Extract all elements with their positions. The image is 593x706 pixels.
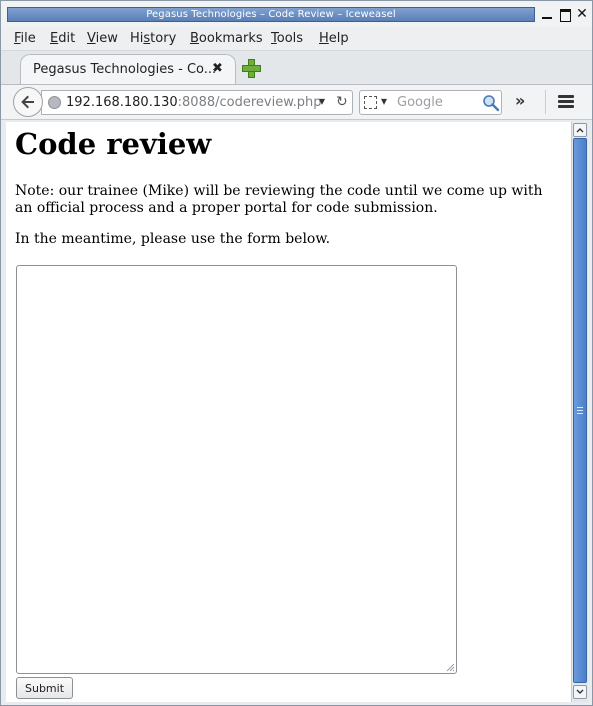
menu-bar: File Edit View History Bookmarks Tools H… bbox=[1, 27, 592, 51]
reload-icon[interactable]: ↻ bbox=[336, 94, 348, 110]
menu-file[interactable]: File bbox=[14, 31, 36, 46]
instructions-paragraph: In the meantime, please use the form bel… bbox=[15, 231, 331, 247]
menu-view-label: iew bbox=[95, 31, 118, 46]
menu-view[interactable]: View bbox=[87, 31, 118, 46]
search-engine-icon[interactable] bbox=[364, 96, 377, 109]
menu-help[interactable]: Help bbox=[319, 31, 349, 46]
scroll-up-button[interactable] bbox=[573, 123, 587, 137]
search-icon[interactable] bbox=[482, 94, 500, 112]
submit-button[interactable]: Submit bbox=[16, 677, 73, 699]
menu-history[interactable]: History bbox=[130, 31, 176, 46]
resize-grip-icon[interactable] bbox=[445, 662, 455, 672]
globe-icon bbox=[48, 96, 61, 109]
title-bar: Pegasus Technologies – Code Review – Ice… bbox=[1, 1, 592, 27]
menu-history-pre: Hi bbox=[130, 31, 144, 46]
note-paragraph: Note: our trainee (Mike) will be reviewi… bbox=[15, 183, 543, 216]
back-arrow-icon bbox=[21, 95, 34, 109]
scroll-up-icon bbox=[576, 128, 584, 133]
search-placeholder: Google bbox=[397, 95, 443, 110]
chevron-down-icon[interactable]: ▾ bbox=[319, 94, 325, 108]
toolbar-overflow-icon[interactable]: » bbox=[515, 91, 525, 110]
menu-view-accel: V bbox=[87, 31, 96, 46]
menu-edit[interactable]: Edit bbox=[50, 31, 75, 46]
menu-help-accel: H bbox=[319, 31, 329, 46]
menu-file-label: ile bbox=[20, 31, 36, 46]
page-title: Code review bbox=[15, 127, 212, 161]
vertical-scrollbar[interactable] bbox=[571, 122, 588, 702]
maximize-button[interactable] bbox=[557, 6, 573, 22]
menu-tools[interactable]: Tools bbox=[271, 31, 303, 46]
back-button[interactable] bbox=[13, 87, 43, 117]
code-textarea[interactable] bbox=[16, 265, 457, 674]
url-bar[interactable]: 192.168.180.130:8088/codereview.php ▾ ↻ bbox=[41, 90, 353, 115]
engine-chevron-down-icon[interactable]: ▾ bbox=[381, 94, 387, 108]
url-host: 192.168.180.130 bbox=[66, 95, 178, 110]
menu-bookmarks-accel: B bbox=[190, 31, 199, 46]
menu-edit-accel: E bbox=[50, 31, 59, 46]
toolbar-divider bbox=[545, 90, 546, 114]
menu-bookmarks[interactable]: Bookmarks bbox=[190, 31, 263, 46]
search-bar[interactable]: ▾ Google bbox=[359, 90, 502, 115]
scroll-down-button[interactable] bbox=[573, 685, 587, 699]
menu-help-label: elp bbox=[328, 31, 349, 46]
page-content: Code review Note: our trainee (Mike) wil… bbox=[6, 122, 571, 702]
navigation-toolbar: 192.168.180.130:8088/codereview.php ▾ ↻ … bbox=[1, 84, 592, 120]
scroll-thumb-grip-icon bbox=[577, 407, 583, 415]
menu-history-label: tory bbox=[150, 31, 177, 46]
scroll-thumb[interactable] bbox=[573, 138, 587, 683]
close-window-button[interactable]: ✕ bbox=[574, 6, 590, 22]
menu-edit-label: dit bbox=[58, 31, 76, 46]
minimize-button[interactable] bbox=[539, 6, 555, 22]
tab-code-review[interactable]: Pegasus Technologies - Co... ✖ bbox=[20, 54, 236, 84]
menu-bookmarks-label: ookmarks bbox=[198, 31, 263, 46]
scroll-down-icon bbox=[576, 689, 584, 694]
url-text[interactable]: 192.168.180.130:8088/codereview.php bbox=[66, 95, 322, 110]
url-path: :8088/codereview.php bbox=[177, 95, 322, 110]
new-tab-plus-icon[interactable] bbox=[242, 59, 261, 78]
window-title: Pegasus Technologies – Code Review – Ice… bbox=[7, 7, 535, 22]
close-tab-icon[interactable]: ✖ bbox=[212, 61, 223, 76]
tab-strip: Pegasus Technologies - Co... ✖ bbox=[1, 51, 592, 84]
hamburger-menu-icon[interactable] bbox=[558, 95, 574, 109]
menu-tools-label: ools bbox=[276, 31, 304, 46]
browser-window: Pegasus Technologies – Code Review – Ice… bbox=[0, 0, 593, 706]
tab-label: Pegasus Technologies - Co... bbox=[33, 62, 217, 77]
